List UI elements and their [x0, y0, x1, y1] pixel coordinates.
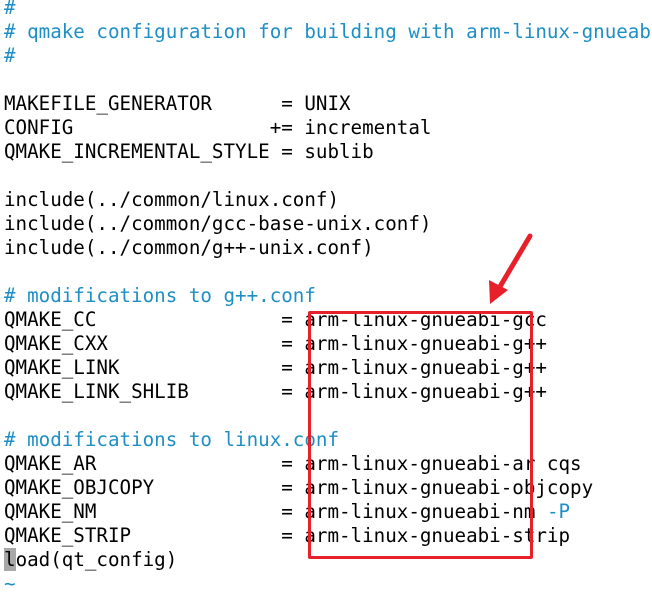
highlight-rectangle [308, 311, 533, 559]
code-line: MAKEFILE_GENERATOR = UNIX [4, 92, 351, 116]
code-line: include(../common/gcc-base-unix.conf) [4, 212, 431, 236]
comment-line: # [4, 44, 16, 68]
line-text: MAKEFILE_GENERATOR = UNIX [4, 92, 351, 115]
text-cursor: l [4, 548, 16, 571]
line-text: CONFIG += incremental [4, 116, 432, 139]
line-text: # [4, 0, 16, 19]
comment-line: # modifications to linux.conf [4, 428, 339, 452]
code-line: QMAKE_INCREMENTAL_STYLE = sublib [4, 140, 374, 164]
comment-line: # modifications to g++.conf [4, 284, 316, 308]
empty-buffer-line: ~ [4, 572, 16, 596]
line-text: # qmake configuration for building with … [4, 20, 652, 43]
line-text: # [4, 44, 16, 67]
line-text: oad(qt_config) [15, 548, 178, 571]
code-line: include(../common/g++-unix.conf) [4, 236, 374, 260]
line-text: # modifications to g++.conf [4, 284, 316, 307]
code-line: include(../common/linux.conf) [4, 188, 339, 212]
option-flag: -P [546, 500, 571, 523]
line-text: include(../common/gcc-base-unix.conf) [4, 212, 432, 235]
code-line: CONFIG += incremental [4, 116, 431, 140]
arrow-down-left-icon [489, 233, 533, 304]
line-text: include(../common/linux.conf) [4, 188, 340, 211]
comment-line: # qmake configuration for building with … [4, 20, 652, 44]
line-text: include(../common/g++-unix.conf) [4, 236, 374, 259]
line-text: ~ [4, 572, 16, 595]
line-text: QMAKE_INCREMENTAL_STYLE = sublib [4, 140, 374, 163]
code-line: load(qt_config) [4, 548, 177, 572]
line-text: # modifications to linux.conf [4, 428, 340, 451]
comment-line: # [4, 0, 16, 20]
